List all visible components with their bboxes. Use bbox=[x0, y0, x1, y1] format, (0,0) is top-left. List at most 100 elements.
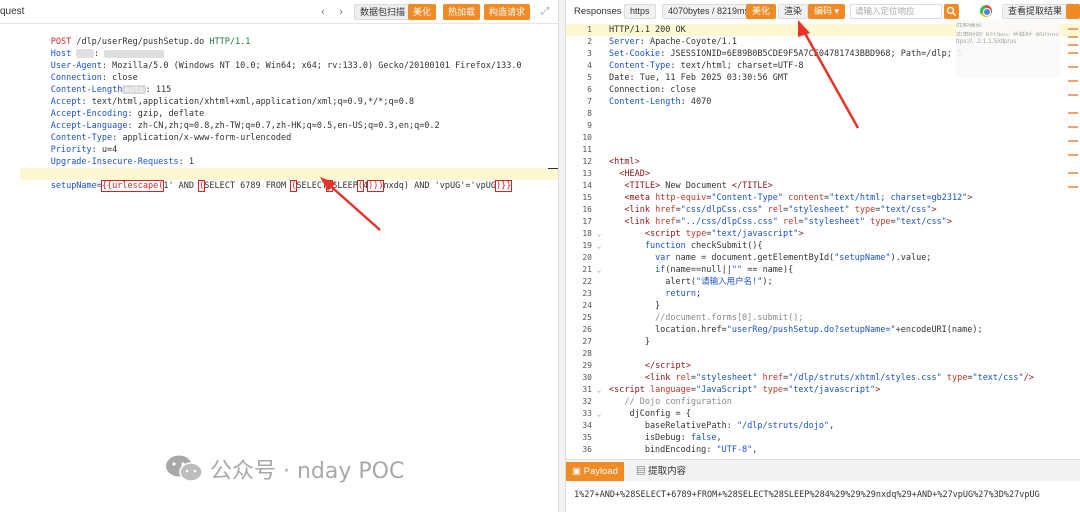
line-number: 8 bbox=[587, 109, 592, 118]
line-number: 19 bbox=[582, 241, 592, 250]
code-text: </script> bbox=[644, 361, 691, 371]
beautify-button[interactable]: 美化 bbox=[408, 4, 437, 20]
request-pane: quest ‹ › 数据包扫描 美化 热加载 构造请求 ⤢ POST /dlp/… bbox=[0, 0, 558, 512]
response-pane: Responses https 4070bytes / 8219ms 美化 渲染… bbox=[566, 0, 1080, 512]
view-extract-button[interactable]: 查看提取结果 bbox=[1002, 4, 1069, 19]
header-upgrade-insecure: Upgrade-Insecure-Requests: 1 bbox=[50, 157, 195, 167]
header-host: Host ··: bbox=[20, 36, 165, 59]
fold-toggle-icon[interactable]: ⌄ bbox=[597, 408, 601, 420]
code-text: Connection: close bbox=[609, 85, 696, 95]
response-line: 15 <meta http-equiv="Content-Type" conte… bbox=[566, 192, 1080, 204]
line-number: 36 bbox=[582, 445, 592, 454]
response-line: 10 bbox=[566, 132, 1080, 144]
header-user-agent: User-Agent: Mozilla/5.0 (Windows NT 10.0… bbox=[50, 61, 522, 71]
line-number: 34 bbox=[582, 421, 592, 430]
overview-mark bbox=[1068, 66, 1078, 68]
response-line: 32 // Dojo configuration bbox=[566, 396, 1080, 408]
extract-icon: ▤ bbox=[636, 466, 646, 477]
response-line: 6 Connection: close bbox=[566, 84, 1080, 96]
render-button[interactable]: 渲染 bbox=[778, 4, 809, 19]
code-text: Server: Apache-Coyote/1.1 bbox=[609, 37, 737, 47]
code-text: } bbox=[609, 337, 650, 347]
line-number: 30 bbox=[582, 373, 592, 382]
line-number: 23 bbox=[582, 289, 592, 298]
overview-mark bbox=[1068, 80, 1078, 82]
line-number: 3 bbox=[587, 49, 592, 58]
response-line: 9 bbox=[566, 120, 1080, 132]
fold-toggle-icon[interactable]: ⌄ bbox=[597, 240, 601, 252]
scroll-overview[interactable] bbox=[1066, 22, 1080, 202]
overview-mark bbox=[1068, 36, 1078, 38]
header-accept-encoding: Accept-Encoding: gzip, deflate bbox=[50, 109, 205, 119]
code-text: <script type="text/javascript"> bbox=[644, 229, 804, 239]
search-icon[interactable] bbox=[944, 4, 959, 19]
response-line: 31 ⌄ <script language="JavaScript" type="t… bbox=[566, 384, 1080, 396]
code-text: bindEncoding: "UTF-8", bbox=[609, 445, 758, 455]
bottom-tab-bar: ▣ Payload ▤ 提取内容 bbox=[566, 459, 1080, 481]
nav-back-icon[interactable]: ‹ bbox=[316, 5, 330, 19]
tab-payload[interactable]: ▣ Payload bbox=[566, 462, 624, 481]
code-text: <HEAD> bbox=[619, 169, 650, 179]
line-number: 27 bbox=[582, 337, 592, 346]
more-button[interactable] bbox=[1066, 4, 1080, 19]
fold-toggle-icon[interactable]: ⌄ bbox=[597, 228, 601, 240]
response-line: 26 location.href="userReg/pushSetup.do?s… bbox=[566, 324, 1080, 336]
hot-load-button[interactable]: 热加载 bbox=[443, 4, 481, 20]
line-number: 28 bbox=[582, 349, 592, 358]
packet-scan-button[interactable]: 数据包扫描 bbox=[354, 4, 412, 20]
response-line: 11 bbox=[566, 144, 1080, 156]
overview-mark bbox=[1068, 126, 1078, 128]
code-text: djConfig = { bbox=[609, 409, 691, 419]
encoding-dropdown[interactable]: 编码 ▾ bbox=[808, 4, 846, 19]
code-text: return; bbox=[665, 289, 702, 299]
nav-forward-icon[interactable]: › bbox=[334, 5, 348, 19]
code-text: isDebug: false, bbox=[609, 433, 722, 443]
overview-mark bbox=[1068, 154, 1078, 156]
overview-mark bbox=[1068, 94, 1078, 96]
expand-icon[interactable]: ⤢ bbox=[538, 5, 552, 19]
line-number: 21 bbox=[582, 265, 592, 274]
header-priority: Priority: u=4 bbox=[50, 145, 118, 155]
response-beautify-button[interactable]: 美化 bbox=[746, 4, 777, 19]
overview-mark bbox=[1068, 52, 1078, 54]
browser-icon[interactable] bbox=[980, 5, 992, 17]
code-text: HTTP/1.1 200 OK bbox=[609, 25, 686, 35]
response-minimap: 匹配地址 应用时间: 8219ms; 总耗时: 8501ms; ttps://.… bbox=[956, 20, 1060, 78]
code-text: baseRelativePath: "/dlp/struts/dojo", bbox=[609, 421, 835, 431]
tab-extract-content[interactable]: ▤ 提取内容 bbox=[630, 462, 692, 481]
code-text: <script language="JavaScript" type="text… bbox=[609, 385, 881, 395]
response-line: 7 Content-Length: 4070 bbox=[566, 96, 1080, 108]
line-number: 33 bbox=[582, 409, 592, 418]
line-marker bbox=[548, 168, 558, 169]
line-number: 14 bbox=[582, 181, 592, 190]
response-line: 12 <html> bbox=[566, 156, 1080, 168]
line-number: 15 bbox=[582, 193, 592, 202]
request-line: POST /dlp/userReg/pushSetup.do HTTP/1.1 bbox=[50, 37, 251, 47]
code-text: function checkSubmit(){ bbox=[644, 241, 763, 251]
locate-response-input[interactable]: 请输入定位响应 bbox=[850, 4, 942, 19]
line-number: 17 bbox=[582, 217, 592, 226]
code-text: Set-Cookie: JSESSIONID=6E89B0B5CDE9F5A7C… bbox=[609, 49, 963, 59]
response-line: 21 ⌄ if(name==null||"" == name){ bbox=[566, 264, 1080, 276]
pane-splitter[interactable] bbox=[558, 0, 566, 512]
line-number: 4 bbox=[587, 61, 592, 70]
overview-mark bbox=[1068, 44, 1078, 46]
response-line: 29 </script> bbox=[566, 360, 1080, 372]
size-time-badge: 4070bytes / 8219ms bbox=[662, 4, 756, 19]
overview-mark bbox=[1068, 28, 1078, 30]
line-number: 25 bbox=[582, 313, 592, 322]
code-text: <link href="../css/dlpCss.css" rel="styl… bbox=[624, 217, 952, 227]
response-line: 36 bindEncoding: "UTF-8", bbox=[566, 444, 1080, 456]
response-line: 16 <link href="css/dlpCss.css" rel="styl… bbox=[566, 204, 1080, 216]
response-line: 20 var name = document.getElementById("s… bbox=[566, 252, 1080, 264]
line-number: 6 bbox=[587, 85, 592, 94]
fold-toggle-icon[interactable]: ⌄ bbox=[597, 384, 601, 396]
wechat-icon bbox=[164, 453, 204, 485]
construct-request-button[interactable]: 构造请求 bbox=[484, 4, 531, 20]
fold-toggle-icon[interactable]: ⌄ bbox=[597, 264, 601, 276]
response-line: 19 ⌄ function checkSubmit(){ bbox=[566, 240, 1080, 252]
overview-mark bbox=[1068, 140, 1078, 142]
response-editor[interactable]: 1 HTTP/1.1 200 OK 2 Server: Apache-Coyote/1… bbox=[566, 22, 1080, 459]
response-line: 22 alert("请输入用户名!"); bbox=[566, 276, 1080, 288]
response-line: 18 ⌄ <script type="text/javascript"> bbox=[566, 228, 1080, 240]
